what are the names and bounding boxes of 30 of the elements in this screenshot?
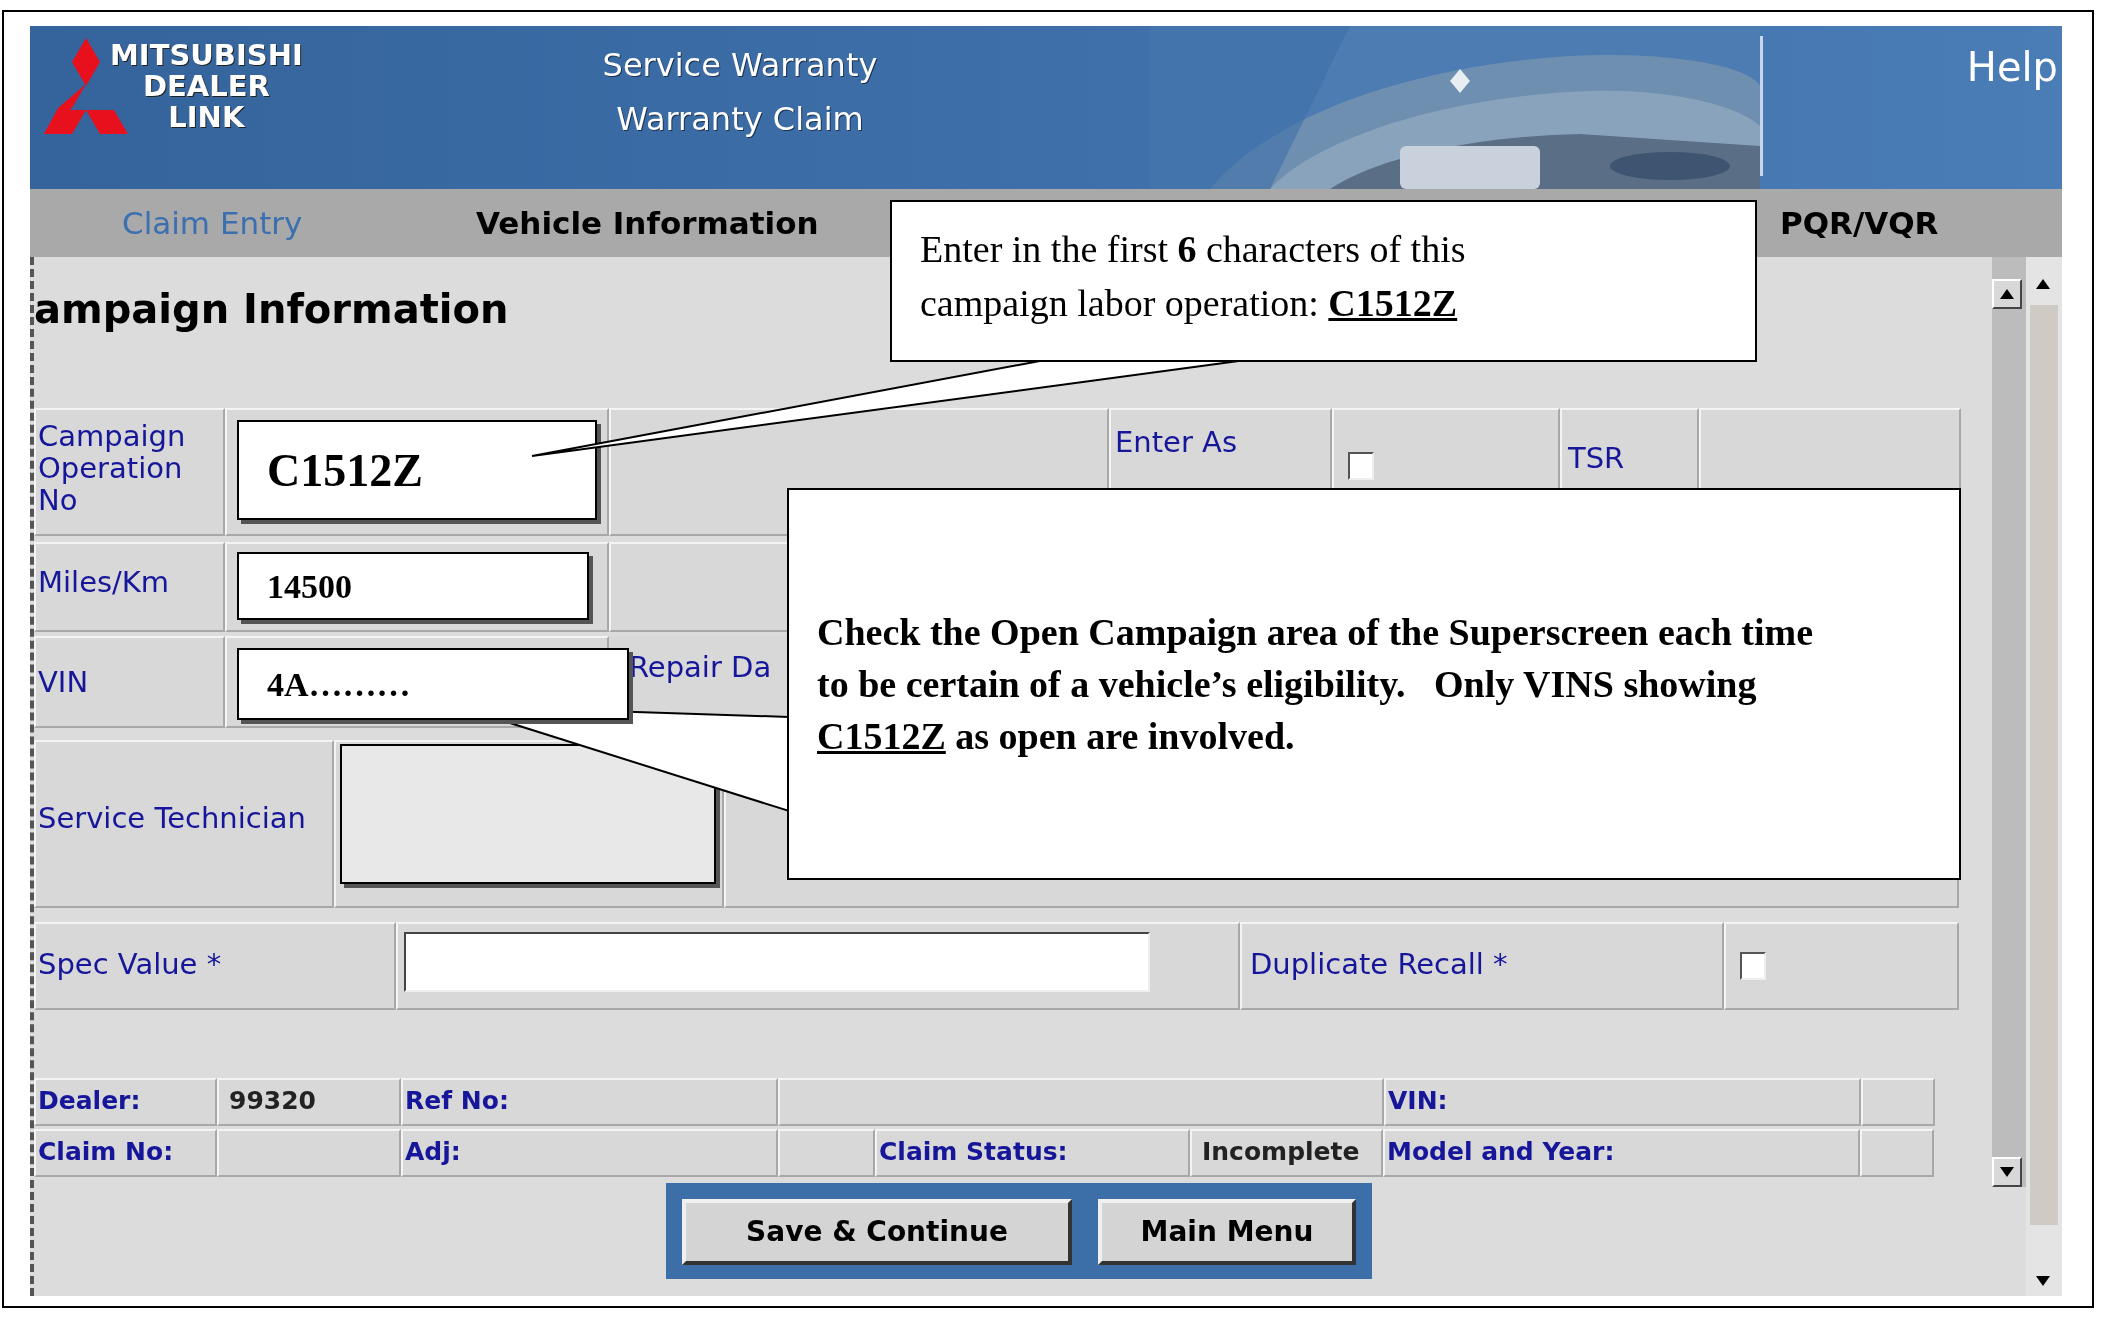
info-label: Dealer: bbox=[34, 1078, 217, 1126]
field-label: VIN bbox=[34, 636, 225, 728]
header-title: Service Warranty bbox=[602, 45, 878, 86]
field-label: TSR bbox=[1568, 441, 1625, 475]
logo-text: DEALER bbox=[142, 71, 270, 102]
info-value: Incomplete bbox=[1190, 1129, 1383, 1177]
info-label: Adj: bbox=[401, 1129, 778, 1177]
action-button[interactable]: Main Menu bbox=[1098, 1199, 1356, 1265]
logo-text: LINK bbox=[168, 102, 245, 133]
field-label: Enter As bbox=[1115, 425, 1237, 459]
info-label: Claim No: bbox=[34, 1129, 217, 1177]
field-label: Campaign Operation No bbox=[34, 408, 225, 536]
info-label: Model and Year: bbox=[1383, 1129, 1860, 1177]
field-label: Service Technician bbox=[34, 740, 334, 908]
action-button[interactable]: Save & Continue bbox=[682, 1199, 1072, 1265]
info-label: VIN: bbox=[1384, 1078, 1861, 1126]
callout-box: Check the Open Campaign area of the Superscreen each time to be certain of a vehicle’s eligibility. Only VINS showing C1512Z as open are involved. bbox=[787, 488, 1961, 880]
field-label: Repair Da bbox=[629, 650, 772, 684]
info-value: 99320 bbox=[217, 1078, 401, 1126]
field-label: Spec Value * bbox=[34, 922, 396, 1010]
header-title: Warranty Claim bbox=[616, 99, 864, 140]
section-title: ampaign Information bbox=[34, 286, 509, 332]
tab[interactable]: Vehicle Information bbox=[476, 204, 819, 241]
help-link[interactable]: Help bbox=[1966, 44, 2058, 189]
info-label: Ref No: bbox=[401, 1078, 778, 1126]
field-label: Duplicate Recall * bbox=[1240, 922, 1724, 1010]
info-label: Claim Status: bbox=[875, 1129, 1190, 1177]
field-label: Miles/Km bbox=[34, 542, 225, 632]
logo-text: MITSUBISHI bbox=[110, 40, 303, 71]
tab[interactable]: PQR/VQR bbox=[1780, 204, 1939, 241]
